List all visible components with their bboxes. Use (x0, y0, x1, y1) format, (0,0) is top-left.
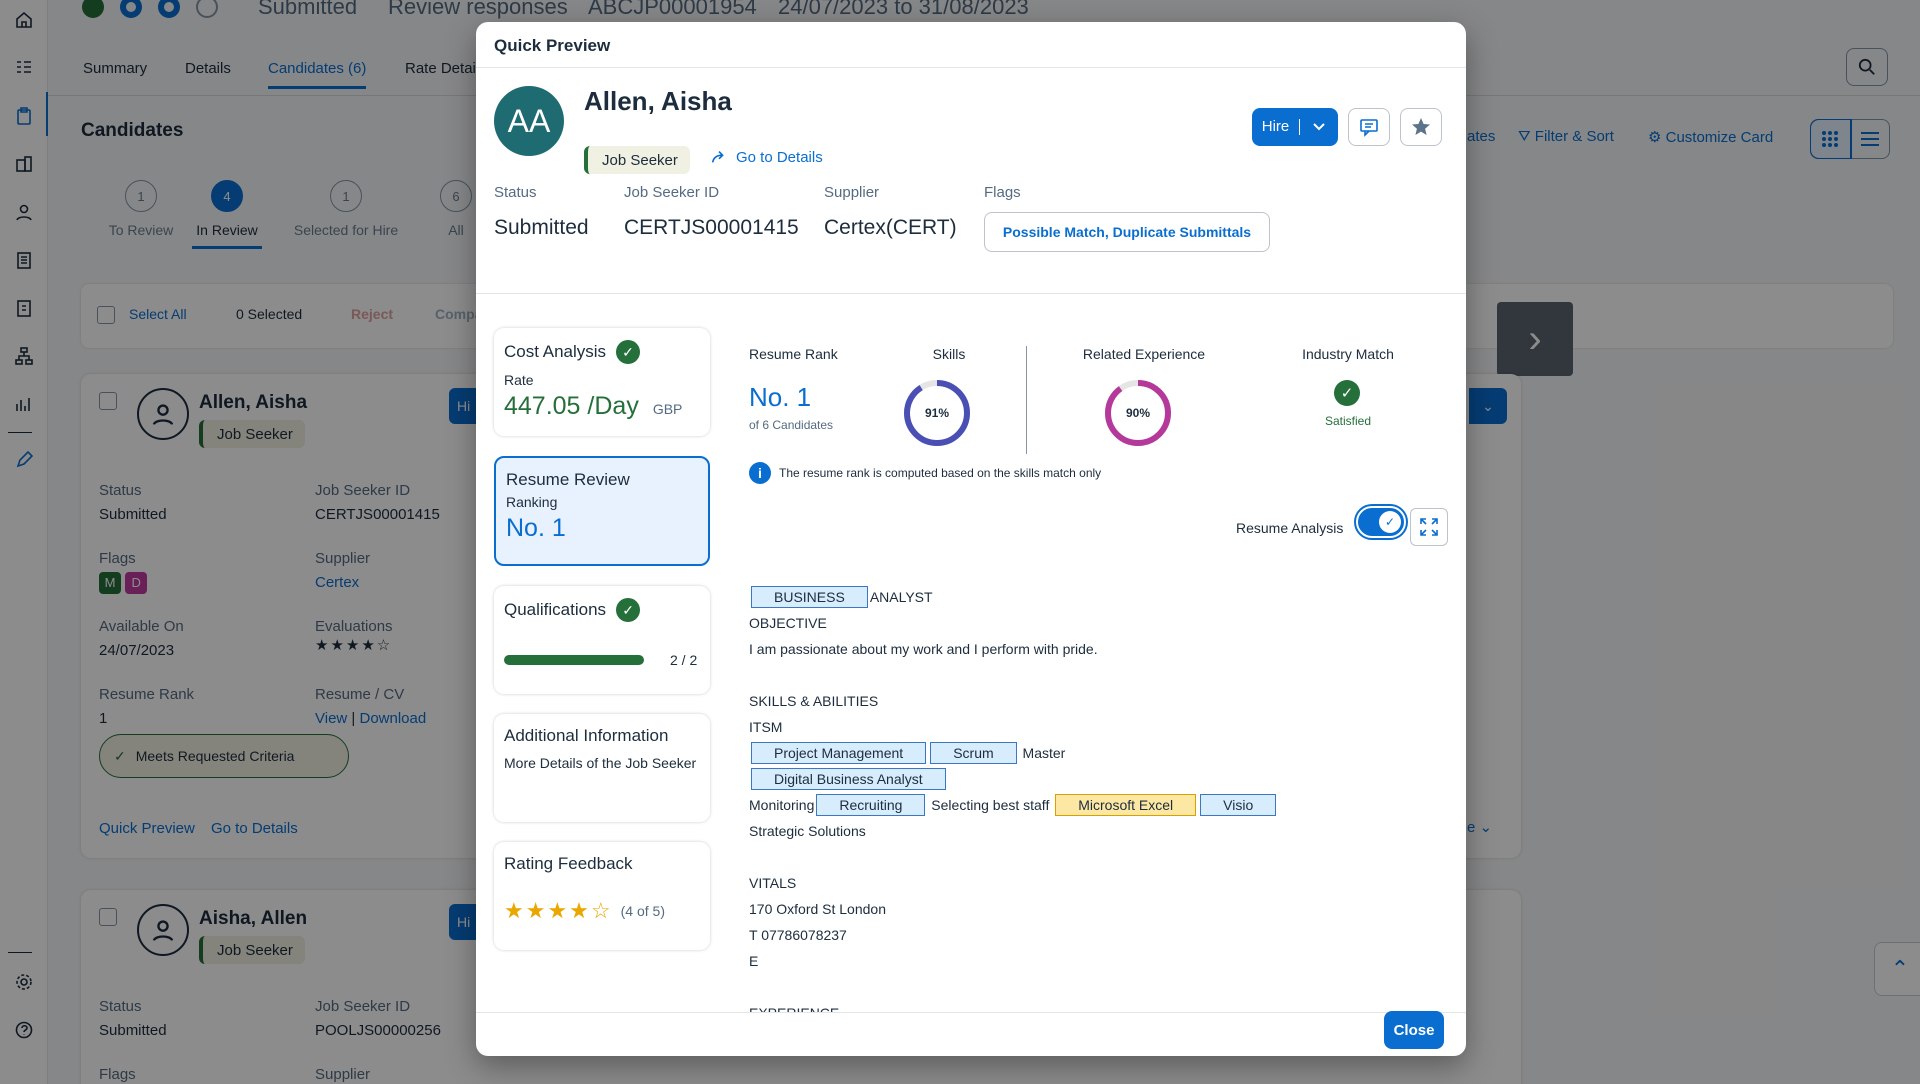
resume-line: EXPERIENCE (749, 1000, 1439, 1012)
status-value: Submitted (494, 216, 589, 239)
expand-button[interactable] (1410, 508, 1448, 546)
tile-title: Additional Information (504, 726, 669, 745)
check-circle-icon: ✓ (1334, 380, 1360, 406)
rating-row: ★★★★☆ (4 of 5) (504, 898, 700, 924)
tile-title: Resume Review (506, 470, 630, 489)
dialog-title: Quick Preview (476, 22, 1466, 68)
resume-content: BUSINESS ANALYST OBJECTIVE I am passionat… (749, 584, 1439, 1012)
dialog-header: AA Allen, Aisha Job Seeker Go to Details… (476, 68, 1466, 294)
info-icon: i (749, 462, 771, 484)
tile-subtitle: More Details of the Job Seeker (504, 755, 697, 771)
resume-line: Project Management Scrum Master (749, 740, 1439, 766)
dialog-body: Cost Analysis ✓ Rate 447.05 /Day GBP Resum… (476, 294, 1466, 1012)
resume-line: OBJECTIVE (749, 615, 827, 631)
skills-label: Skills (932, 346, 966, 362)
progress-bar (504, 655, 644, 665)
skill-highlight: Visio (1200, 794, 1277, 816)
resume-rank-of: of 6 Candidates (749, 418, 834, 432)
resume-line: ITSM (749, 719, 783, 735)
hire-button[interactable]: Hire (1252, 108, 1338, 146)
status-label: Status (494, 184, 537, 201)
skills-donut: 91% (904, 380, 970, 446)
experience-donut: 90% (1105, 380, 1171, 446)
skill-highlight-warning: Microsoft Excel (1055, 794, 1197, 816)
chevron-down-icon[interactable] (1300, 122, 1338, 132)
dialog-footer: Close (476, 1011, 1466, 1056)
additional-information-tile[interactable]: Additional Information More Details of t… (494, 714, 710, 822)
tile-value-row: 447.05 /Day GBP (504, 392, 700, 421)
flags-label: Flags (984, 184, 1021, 201)
resume-line: BUSINESS ANALYST (749, 584, 1439, 610)
quick-preview-dialog: Quick Preview AA Allen, Aisha Job Seeker… (476, 22, 1466, 1056)
resume-line: VITALS (749, 875, 797, 891)
qualifications-count: 2 / 2 (670, 652, 698, 668)
skills-percent: 91% (925, 406, 949, 420)
supplier-label: Supplier (824, 184, 880, 201)
tile-title: Rating Feedback (504, 854, 633, 873)
resume-line: SKILLS & ABILITIES (749, 693, 879, 709)
comment-icon (1360, 119, 1378, 137)
star-icon (1412, 118, 1430, 135)
progress-fill (504, 655, 644, 665)
resume-analysis-toggle[interactable]: ✓ (1354, 504, 1408, 540)
resume-line: Monitoring Recruiting Selecting best staf… (749, 792, 1439, 818)
jsid-value: CERTJS00001415 (624, 216, 799, 239)
currency: GBP (652, 401, 683, 417)
rate-value: 447.05 /Day (504, 392, 639, 420)
go-to-details-link[interactable]: Go to Details (710, 148, 823, 166)
resume-line: T 07786078237 (749, 927, 847, 943)
rank-info-note: i The resume rank is computed based on th… (749, 462, 1101, 484)
check-circle-icon: ✓ (616, 598, 641, 622)
related-experience-label: Related Experience (1082, 346, 1206, 362)
resume-line: I am passionate about my work and I perf… (749, 641, 1098, 657)
resume-rank-value: No. 1 (749, 382, 812, 412)
resume-rank-label: Resume Rank (749, 346, 838, 362)
industry-match-label: Industry Match (1302, 346, 1394, 362)
qualifications-progress-row: 2 / 2 (504, 652, 700, 668)
favorite-button[interactable] (1400, 108, 1442, 146)
resume-line: Digital Business Analyst (749, 766, 1439, 792)
industry-match-status: Satisfied (1324, 414, 1372, 428)
experience-percent: 90% (1126, 406, 1150, 420)
check-circle-icon: ✓ (616, 340, 641, 364)
rating-of: (4 of 5) (620, 903, 665, 919)
resume-line: 170 Oxford St London (749, 901, 886, 917)
resume-line: Strategic Solutions (749, 823, 866, 839)
comment-button[interactable] (1348, 108, 1390, 146)
skill-highlight: BUSINESS (751, 586, 868, 608)
ranking-value: No. 1 (506, 514, 566, 542)
candidate-name: Allen, Aisha (584, 86, 732, 116)
skill-highlight: Digital Business Analyst (751, 768, 946, 790)
tile-title: Qualifications (504, 600, 607, 619)
job-seeker-tag: Job Seeker (584, 146, 690, 174)
check-icon: ✓ (1379, 511, 1401, 533)
cost-analysis-tile[interactable]: Cost Analysis ✓ Rate 447.05 /Day GBP (494, 328, 710, 436)
tile-subtitle: Ranking (506, 494, 558, 510)
tile-subtitle: Rate (504, 372, 534, 388)
tile-title: Cost Analysis (504, 342, 607, 361)
jsid-label: Job Seeker ID (624, 184, 720, 201)
share-arrow-icon (711, 151, 724, 163)
resume-review-tile[interactable]: Resume Review Ranking No. 1 (494, 456, 710, 566)
flags-button[interactable]: Possible Match, Duplicate Submittals (984, 212, 1270, 252)
rating-feedback-tile[interactable]: Rating Feedback ★★★★☆ (4 of 5) (494, 842, 710, 950)
supplier-value: Certex(CERT) (824, 216, 957, 239)
divider (1026, 346, 1027, 454)
close-button[interactable]: Close (1384, 1011, 1444, 1049)
rating-stars: ★★★★☆ (504, 898, 613, 923)
fullscreen-icon (1420, 518, 1438, 536)
resume-line: E (749, 953, 759, 969)
avatar: AA (494, 86, 564, 156)
skill-highlight: Scrum (930, 742, 1017, 764)
skill-highlight: Project Management (751, 742, 927, 764)
skill-highlight: Recruiting (816, 794, 926, 816)
resume-analysis-label: Resume Analysis (1236, 520, 1344, 536)
qualifications-tile[interactable]: Qualifications ✓ 2 / 2 (494, 586, 710, 694)
